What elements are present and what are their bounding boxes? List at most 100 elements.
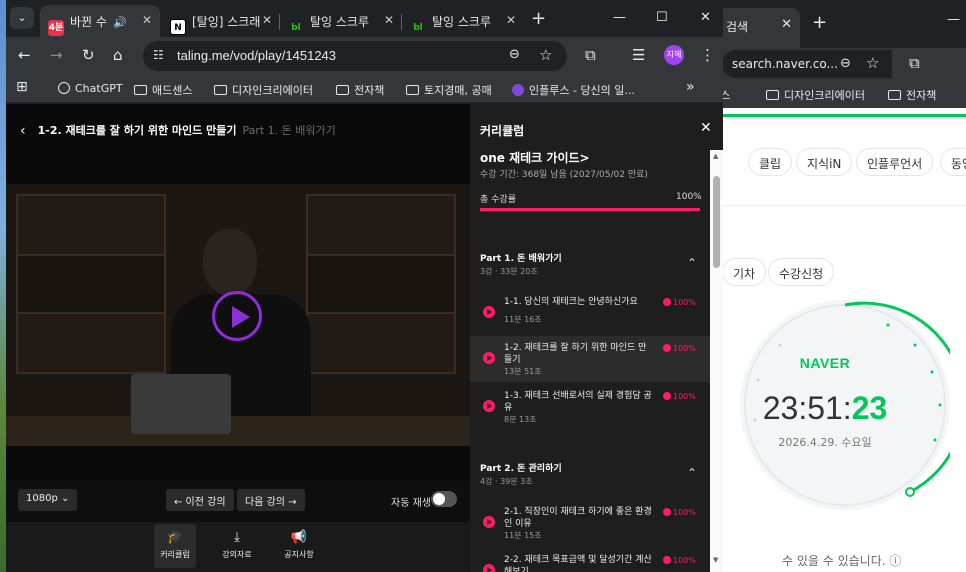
tab-search-dropdown[interactable]: ⌄ xyxy=(10,7,34,29)
lesson-item-current[interactable]: 1-2. 재테크를 잘 하기 위한 마인드 만들기 13분 51초 100% xyxy=(470,336,710,382)
lesson-item[interactable]: 2-2. 재테크 목표금액 및 달성기간 계산해보기 100% xyxy=(470,548,710,572)
back-button[interactable]: ← xyxy=(18,46,31,64)
check-icon xyxy=(663,344,671,352)
course-title[interactable]: one 재테크 가이드> xyxy=(480,149,590,166)
maximize-button[interactable]: ☐ xyxy=(656,10,668,25)
extensions-icon[interactable]: ⧉ xyxy=(909,54,920,72)
play-button[interactable] xyxy=(212,291,262,341)
chip[interactable]: 수강신청 xyxy=(768,258,835,286)
bookshelf xyxy=(16,254,166,314)
forward-button[interactable]: → xyxy=(50,46,63,64)
lesson-percent: 100% xyxy=(673,508,696,517)
prev-lesson-button[interactable]: ← 이전 강의 xyxy=(166,489,234,511)
chip[interactable]: 지식iN xyxy=(796,148,853,176)
reload-button[interactable]: ↻ xyxy=(82,46,95,64)
address-bar[interactable]: ☷ taling.me/vod/play/1451243 ⊖ ☆ xyxy=(143,41,567,71)
lesson-title: 1-1. 당신의 재테크는 안녕하신가요 xyxy=(504,297,638,307)
close-icon[interactable]: ✕ xyxy=(142,13,152,27)
lesson-duration: 11분 16초 xyxy=(504,315,542,324)
audio-icon[interactable]: 🔊 xyxy=(113,16,127,29)
tab-active[interactable]: 4분 바뀐 수 🔊 ✕ xyxy=(40,5,160,37)
new-tab-button[interactable]: + xyxy=(812,12,827,33)
nav-notices[interactable]: 📢 공지사항 xyxy=(278,524,320,568)
naver-clock-widget: NAVER 23:51:23 2026.4.29. 수요일 xyxy=(740,300,950,510)
lesson-header: ‹ 1-2. 재테크를 잘 하기 위한 마인드 만들기 Part 1. 돈 배워가기 xyxy=(20,122,336,139)
part-title[interactable]: Part 1. 돈 배워가기 xyxy=(480,251,562,264)
chevron-up-icon[interactable]: ⌃ xyxy=(687,256,697,270)
folder-icon xyxy=(406,85,419,95)
scroll-up-icon[interactable]: ▲ xyxy=(713,152,718,160)
lesson-item[interactable]: 1-1. 당신의 재테크는 안녕하신가요 11분 16초 100% xyxy=(470,290,710,336)
lesson-percent: 100% xyxy=(673,556,696,565)
chevron-up-icon[interactable]: ⌃ xyxy=(687,466,697,480)
chip[interactable]: 인플루언서 xyxy=(856,148,934,176)
nav-materials[interactable]: ⤓ 강의자료 xyxy=(216,524,258,568)
close-icon[interactable]: ✕ xyxy=(262,13,272,27)
close-icon[interactable]: ✕ xyxy=(506,13,516,27)
minimize-button[interactable]: — xyxy=(947,12,960,27)
nav-label: 커리큘럼 xyxy=(160,550,190,559)
bookmark-label: 전자책 xyxy=(354,84,385,97)
next-lesson-button[interactable]: 다음 강의 → xyxy=(237,489,305,511)
zoom-icon[interactable]: ⊖ xyxy=(840,56,851,71)
nav-label: 공지사항 xyxy=(284,550,314,559)
chip[interactable]: 동영 xyxy=(940,148,966,176)
bookmark-design[interactable]: 디자인크리에이터 xyxy=(214,82,313,98)
part-title[interactable]: Part 2. 돈 관리하기 xyxy=(480,461,562,474)
new-tab-button[interactable]: + xyxy=(531,8,546,29)
bookmark-item[interactable]: 전자책 xyxy=(888,87,936,103)
lesson-progress: 100% xyxy=(663,392,696,401)
extensions-icon[interactable]: ⧉ xyxy=(585,46,596,64)
quality-select[interactable]: 1080p ⌄ xyxy=(18,489,78,511)
bookmark-auction[interactable]: 토지경매, 공매 xyxy=(406,82,492,98)
close-icon[interactable]: ✕ xyxy=(384,13,394,27)
bookmark-adsense[interactable]: 애드센스 xyxy=(134,82,192,98)
more-bookmarks-icon[interactable]: » xyxy=(686,79,695,95)
tab[interactable]: N [탈잉] 스크래 ✕ xyxy=(162,5,280,37)
bookmark-chatgpt[interactable]: ChatGPT xyxy=(58,82,123,95)
bookmarks-bar: ⊞ ChatGPT 애드센스 디자인크리에이터 전자책 토지경매, 공매 인플루… xyxy=(6,75,723,103)
menu-icon[interactable]: ⋮ xyxy=(700,46,715,64)
bookmark-ebook[interactable]: 전자책 xyxy=(336,82,384,98)
url-text[interactable]: taling.me/vod/play/1451243 xyxy=(177,48,336,63)
lesson-item[interactable]: 1-3. 재테크 선배로서의 실제 경험담 공유 8분 13초 100% xyxy=(470,384,710,430)
check-icon xyxy=(663,392,671,400)
tab[interactable]: bl 탈잉 스크루 ✕ xyxy=(280,5,402,37)
video-frame[interactable] xyxy=(6,184,470,446)
bookmark-influence[interactable]: 인플루스 - 당신의 일... xyxy=(512,82,635,98)
bookmark-star-icon[interactable]: ☆ xyxy=(539,46,552,64)
chip[interactable]: 기차 xyxy=(722,258,767,286)
clock-time: 23:51:23 xyxy=(740,390,910,427)
close-icon[interactable]: ✕ xyxy=(781,17,792,32)
close-window-button[interactable]: ✕ xyxy=(700,10,711,25)
lesson-title: 1-2. 재테크를 잘 하기 위한 마인드 만들기 xyxy=(504,343,647,365)
chip[interactable]: 클립 xyxy=(748,148,793,176)
scroll-down-icon[interactable]: ▼ xyxy=(713,556,718,564)
autoplay-toggle[interactable] xyxy=(431,491,457,507)
bookmark-item[interactable]: 디자인크리에이터 xyxy=(766,87,865,103)
clock-date: 2026.4.29. 수요일 xyxy=(778,436,872,449)
lesson-item[interactable]: 2-1. 직장인이 재테크 하기에 좋은 환경인 이유 11분 15초 100% xyxy=(470,500,710,546)
tab[interactable]: bl 탈잉 스크루 ✕ xyxy=(402,5,524,37)
nav-curriculum[interactable]: 🎓 커리큘럼 xyxy=(154,524,196,568)
lesson-percent: 100% xyxy=(673,392,696,401)
tab-label: 탈잉 스크루 xyxy=(432,15,492,29)
naver-logo: NAVER xyxy=(799,355,851,371)
minimize-button[interactable]: — xyxy=(613,10,626,25)
home-button[interactable]: ⌂ xyxy=(113,46,123,64)
profile-avatar[interactable]: 지혜 xyxy=(664,45,684,65)
scrollbar-thumb[interactable] xyxy=(713,176,720,268)
tab-label: 탈잉 스크루 xyxy=(310,15,370,29)
part-meta: 3강 · 33분 20초 xyxy=(480,267,538,276)
person-head xyxy=(203,229,257,295)
site-info-icon[interactable]: ☷ xyxy=(153,48,164,62)
star-icon[interactable]: ☆ xyxy=(866,54,879,72)
bookmark-label: 디자인크리에이터 xyxy=(232,84,313,97)
zoom-icon[interactable]: ⊖ xyxy=(509,47,520,62)
apps-icon[interactable]: ⊞ xyxy=(16,79,28,95)
back-icon[interactable]: ‹ xyxy=(20,123,26,139)
close-icon[interactable]: ✕ xyxy=(700,120,712,136)
scrollbar[interactable]: ▲ ▼ xyxy=(710,150,723,572)
play-circle-icon xyxy=(483,306,495,318)
media-control-icon[interactable]: ☰ xyxy=(632,46,645,64)
